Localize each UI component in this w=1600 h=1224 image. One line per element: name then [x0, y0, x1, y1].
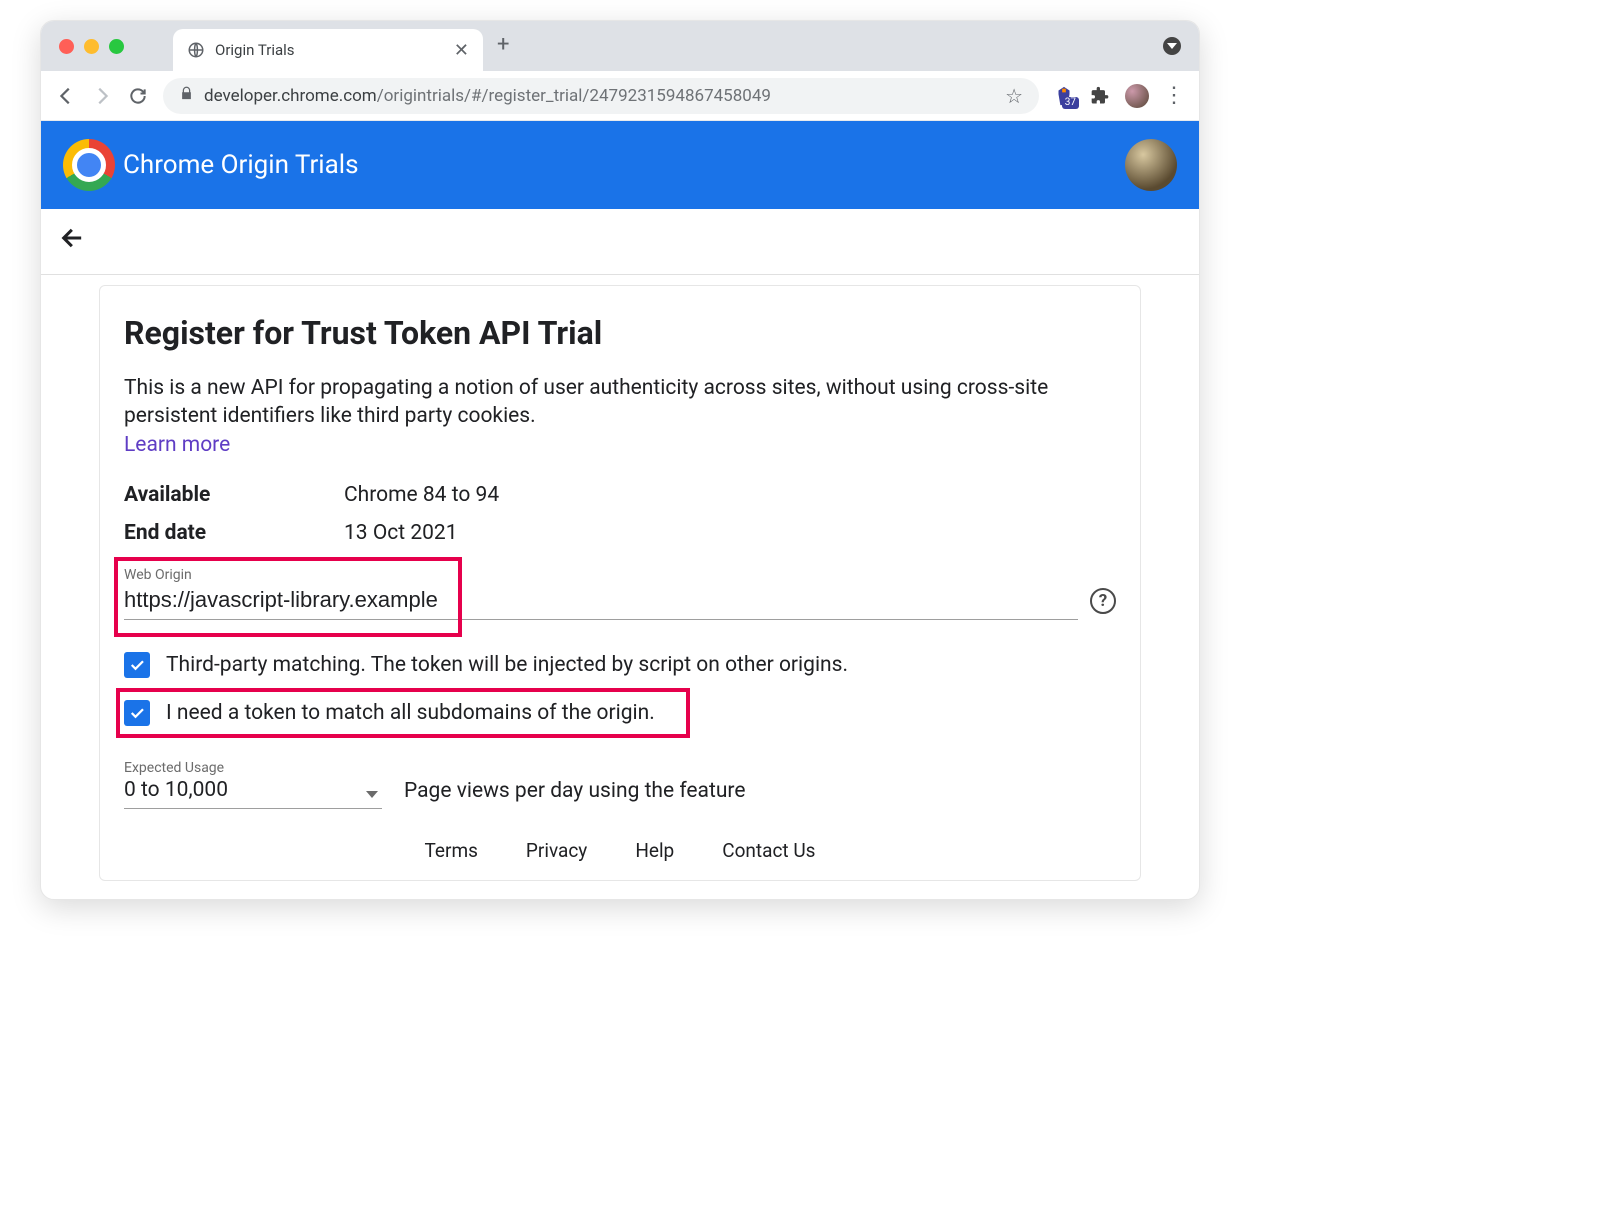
extension-lighthouse-icon[interactable]: 37 — [1053, 85, 1075, 107]
lock-icon — [179, 86, 194, 105]
tab-strip: Origin Trials ✕ + — [41, 21, 1199, 71]
web-origin-field: Web Origin — [124, 567, 1078, 620]
browser-window: Origin Trials ✕ + developer.chrome.com/o… — [40, 20, 1200, 900]
close-tab-icon[interactable]: ✕ — [454, 40, 469, 61]
footer-contact-link[interactable]: Contact Us — [722, 839, 815, 862]
subdomain-checkbox[interactable] — [124, 700, 150, 726]
chevron-down-icon — [366, 791, 378, 798]
enddate-label: End date — [124, 521, 344, 545]
expected-usage-select[interactable]: Expected Usage 0 to 10,000 — [124, 760, 382, 809]
window-controls — [59, 39, 124, 54]
header-title: Chrome Origin Trials — [123, 150, 359, 180]
web-origin-input[interactable] — [124, 585, 1078, 620]
browser-tab[interactable]: Origin Trials ✕ — [173, 29, 483, 71]
thirdparty-checkbox[interactable] — [124, 652, 150, 678]
available-label: Available — [124, 483, 344, 507]
profile-avatar-small[interactable] — [1125, 84, 1149, 108]
tabs-menu-button[interactable] — [1163, 37, 1181, 55]
reload-button[interactable] — [127, 85, 149, 107]
new-tab-button[interactable]: + — [497, 32, 509, 61]
card-title: Register for Trust Token API Trial — [124, 314, 1116, 352]
url-text: developer.chrome.com/origintrials/#/regi… — [204, 86, 995, 106]
forward-button[interactable] — [91, 85, 113, 107]
tab-title: Origin Trials — [215, 41, 444, 59]
browser-toolbar: developer.chrome.com/origintrials/#/regi… — [41, 71, 1199, 121]
chrome-logo-icon — [63, 139, 115, 191]
sub-header — [41, 209, 1199, 275]
close-window-button[interactable] — [59, 39, 74, 54]
registration-card: Register for Trust Token API Trial This … — [99, 285, 1141, 881]
maximize-window-button[interactable] — [109, 39, 124, 54]
enddate-value: 13 Oct 2021 — [344, 521, 458, 545]
globe-icon — [187, 41, 205, 59]
expected-usage-value: 0 to 10,000 — [124, 778, 382, 802]
footer-help-link[interactable]: Help — [635, 839, 674, 862]
help-icon[interactable]: ? — [1090, 588, 1116, 614]
back-button[interactable] — [55, 85, 77, 107]
back-arrow-button[interactable] — [59, 224, 87, 259]
footer-privacy-link[interactable]: Privacy — [526, 839, 587, 862]
learn-more-link[interactable]: Learn more — [124, 433, 230, 457]
subdomain-label: I need a token to match all subdomains o… — [166, 701, 655, 725]
expected-usage-label: Expected Usage — [124, 760, 382, 776]
footer-links: Terms Privacy Help Contact Us — [124, 839, 1116, 862]
extensions-puzzle-icon[interactable] — [1089, 85, 1111, 107]
subdomain-checkbox-row: I need a token to match all subdomains o… — [124, 700, 1116, 726]
url-path: /origintrials/#/register_trial/247923159… — [377, 86, 771, 106]
footer-terms-link[interactable]: Terms — [425, 839, 478, 862]
available-value: Chrome 84 to 94 — [344, 483, 499, 507]
url-host: developer.chrome.com — [204, 86, 377, 106]
thirdparty-label: Third-party matching. The token will be … — [166, 653, 848, 677]
browser-menu-button[interactable]: ⋮ — [1163, 83, 1185, 108]
profile-avatar-large[interactable] — [1125, 139, 1177, 191]
bookmark-star-icon[interactable]: ☆ — [1005, 84, 1023, 108]
page-header: Chrome Origin Trials — [41, 121, 1199, 209]
minimize-window-button[interactable] — [84, 39, 99, 54]
expected-usage-description: Page views per day using the feature — [404, 779, 745, 809]
extension-badge: 37 — [1062, 97, 1079, 109]
card-description: This is a new API for propagating a noti… — [124, 374, 1116, 431]
web-origin-label: Web Origin — [124, 567, 1078, 583]
thirdparty-checkbox-row: Third-party matching. The token will be … — [124, 652, 1116, 678]
address-bar[interactable]: developer.chrome.com/origintrials/#/regi… — [163, 78, 1039, 114]
